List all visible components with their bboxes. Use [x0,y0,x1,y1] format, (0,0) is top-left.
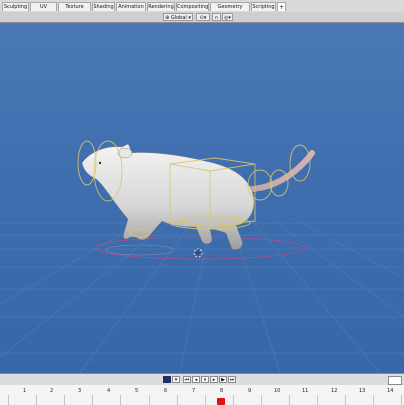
foot-control-ring[interactable] [105,244,175,256]
pivot-icon: ⊙▾ [199,15,207,21]
proportional-edit-dropdown[interactable]: ◎▾ [222,13,233,21]
tab-sculpting[interactable]: Sculpting [2,2,29,11]
3d-viewport[interactable] [0,23,404,373]
jump-start-icon[interactable]: ⏮ [183,376,191,383]
snap-toggle[interactable]: ∩ [212,13,221,21]
transform-orientation-dropdown[interactable]: ⊕ Global ▾ [163,13,193,21]
tab-scripting[interactable]: Scripting [251,2,276,11]
frame-label: 11 [302,388,309,394]
frame-label: 7 [192,388,196,394]
frame-label: 12 [331,388,338,394]
tab-geometry-nodes[interactable]: Geometry Nodes [210,2,250,19]
frame-label: 10 [274,388,281,394]
keyframe-type-icon[interactable] [163,376,171,383]
frame-label: 2 [50,388,54,394]
playback-controls: ▾ ⏮ ◂ ⏸ ▸ ▶ ⏭ [0,374,404,385]
3d-cursor-icon [193,248,203,258]
chevron-down-icon[interactable]: ▾ [172,376,180,383]
frame-label: 13 [359,388,366,394]
frame-label: 5 [135,388,139,394]
viewport-scene [0,140,404,373]
step-back-icon[interactable]: ◂ [192,376,200,383]
magnet-icon: ∩ [214,15,219,21]
tab-uv-editing[interactable]: UV Editing [30,2,57,19]
pivot-point-dropdown[interactable]: ⊙▾ [196,13,210,21]
tab-compositing[interactable]: Compositing [176,2,209,11]
tab-rendering[interactable]: Rendering [147,2,175,11]
root-control-ring[interactable] [94,236,306,260]
frame-label: 14 [387,388,394,394]
play-icon[interactable]: ▸ [210,376,218,383]
timeline-panel: ▾ ⏮ ◂ ⏸ ▸ ▶ ⏭ 1 2 3 4 5 6 7 8 9 10 11 12… [0,373,404,405]
tab-texture-paint[interactable]: Texture Paint [58,2,91,19]
add-workspace-button[interactable]: + [277,2,286,11]
pause-icon[interactable]: ⏸ [201,376,209,383]
chevron-down-icon: ▾ [188,15,191,21]
current-frame-field[interactable] [388,376,402,385]
orientation-label: Global [170,15,187,21]
frame-label: 3 [78,388,82,394]
globe-icon: ⊕ [165,15,170,21]
viewport-header: ⊕ Global ▾ ⊙▾ ∩ ◎▾ [0,12,404,23]
tab-shading[interactable]: Shading [92,2,115,11]
frame-label: 6 [164,388,168,394]
proportional-edit-icon: ◎▾ [224,15,231,21]
frame-label: 4 [107,388,111,394]
frame-label: 9 [248,388,252,394]
tab-animation[interactable]: Animation [116,2,146,11]
jump-end-icon[interactable]: ⏭ [228,376,236,383]
step-forward-icon[interactable]: ▶ [219,376,227,383]
frame-label: 1 [23,388,27,394]
frame-ruler[interactable]: 1 2 3 4 5 6 7 8 9 10 11 12 13 14 [0,385,404,405]
frame-label: 8 [220,388,224,394]
